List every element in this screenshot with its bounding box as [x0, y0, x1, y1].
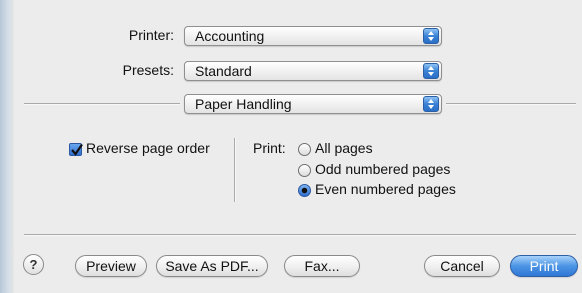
radio-even-pages-label: Even numbered pages: [315, 181, 456, 197]
print-button[interactable]: Print: [510, 255, 578, 277]
print-sheet: Printer: Accounting Presets: Standard Pa…: [14, 0, 582, 293]
presets-label: Presets:: [122, 62, 174, 78]
preview-button[interactable]: Preview: [75, 255, 147, 277]
options-divider: [234, 138, 236, 202]
updown-arrows-icon: [423, 63, 439, 79]
presets-value: Standard: [195, 63, 252, 79]
pane-popup[interactable]: Paper Handling: [184, 94, 442, 114]
reverse-order-checkbox[interactable]: [69, 143, 83, 156]
radio-even-pages[interactable]: [298, 184, 311, 197]
updown-arrows-icon: [423, 28, 439, 44]
print-label: Print:: [253, 140, 286, 156]
help-icon[interactable]: ?: [23, 254, 44, 275]
printer-popup[interactable]: Accounting: [184, 26, 442, 46]
radio-all-pages[interactable]: [298, 143, 311, 156]
separator-left: [24, 103, 180, 105]
printer-value: Accounting: [195, 28, 265, 44]
radio-odd-pages-label: Odd numbered pages: [315, 161, 451, 177]
separator-right: [446, 103, 576, 105]
checkmark-icon: [71, 143, 83, 156]
cancel-button[interactable]: Cancel: [424, 255, 500, 277]
reverse-order-label: Reverse page order: [86, 140, 210, 156]
radio-odd-pages[interactable]: [298, 164, 311, 177]
updown-arrows-icon: [423, 96, 439, 112]
save-as-pdf-button[interactable]: Save As PDF...: [156, 255, 268, 277]
window-edge: [0, 0, 14, 293]
bottom-separator: [24, 234, 576, 236]
presets-popup[interactable]: Standard: [184, 61, 442, 81]
fax-button[interactable]: Fax...: [284, 255, 360, 277]
radio-all-pages-label: All pages: [315, 140, 373, 156]
pane-value: Paper Handling: [195, 96, 292, 112]
printer-label: Printer:: [128, 27, 174, 43]
